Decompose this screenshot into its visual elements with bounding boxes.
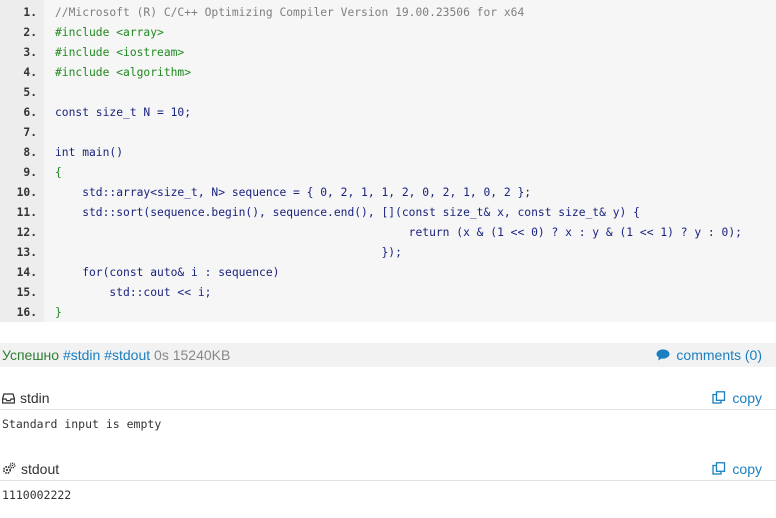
code-text: }); (55, 243, 402, 263)
line-number: 8. (23, 146, 37, 159)
code-token: #include <array> (55, 26, 164, 39)
code-text: } (55, 303, 62, 323)
code-token: }); (55, 246, 402, 259)
code-token: { (55, 166, 62, 179)
line-number: 2. (23, 26, 37, 39)
code-token: std::cout << i; (55, 286, 212, 299)
status-memory: 15240KB (172, 347, 231, 363)
line-number: 16. (16, 306, 37, 319)
code-text: return (x & (1 << 0) ? x : y & (1 << 1) … (55, 223, 742, 243)
line-number: 14. (16, 266, 37, 279)
line-number: 4. (23, 66, 37, 79)
code-text: //Microsoft (R) C/C++ Optimizing Compile… (55, 3, 524, 23)
line-number: 11. (16, 206, 37, 219)
stdout-copy-button[interactable]: copy (712, 458, 762, 481)
code-token: int main() (55, 146, 124, 159)
comments-label: comments (0) (676, 347, 762, 363)
code-text: { (55, 163, 62, 183)
gears-icon (2, 459, 16, 481)
speech-bubble-icon (656, 344, 670, 368)
code-text: std::array<size_t, N> sequence = { 0, 2,… (55, 183, 531, 203)
code-token: for(const auto& i : sequence) (55, 266, 280, 279)
status-summary: Успешно #stdin #stdout 0s 15240KB (2, 343, 230, 367)
line-number: 13. (16, 246, 37, 259)
status-time: 0s (154, 347, 169, 363)
line-number: 9. (23, 166, 37, 179)
stdin-content: Standard input is empty (2, 417, 162, 431)
line-number: 5. (23, 86, 37, 99)
stdout-title: stdout (2, 458, 59, 481)
code-listing: 1. //Microsoft (R) C/C++ Optimizing Compi… (0, 0, 776, 322)
line-number: 1. (23, 6, 37, 19)
code-text: const size_t N = 10; (55, 103, 191, 123)
line-number: 15. (16, 286, 37, 299)
stdin-title: stdin (1, 387, 50, 410)
line-number: 12. (16, 226, 37, 239)
code-token: const size_t N = 10; (55, 106, 192, 119)
status-tags[interactable]: #stdin #stdout (63, 347, 150, 363)
code-token: #include <iostream> (55, 46, 185, 59)
code-text: std::sort(sequence.begin(), sequence.end… (55, 203, 640, 223)
code-token: std::sort(sequence.begin(), sequence.end… (55, 206, 640, 219)
stdin-copy-label: copy (732, 390, 762, 406)
comments-link[interactable]: comments (0) (656, 343, 762, 368)
stdin-header: stdin copy (0, 387, 776, 410)
stdout-header: stdout copy (0, 458, 776, 481)
code-token: } (55, 306, 62, 319)
stdout-content: 1110002222 (2, 488, 72, 502)
code-text: for(const auto& i : sequence) (55, 263, 279, 283)
stdout-label: stdout (21, 461, 60, 477)
line-number: 6. (23, 106, 37, 119)
code-token: //Microsoft (R) C/C++ Optimizing Compile… (55, 6, 525, 19)
code-text: #include <iostream> (55, 43, 184, 63)
code-text: #include <algorithm> (55, 63, 191, 83)
line-number: 10. (16, 186, 37, 199)
result-status-bar: Успешно #stdin #stdout 0s 15240KB commen… (0, 343, 776, 367)
line-number: 7. (23, 126, 37, 139)
stdin-copy-button[interactable]: copy (712, 387, 762, 410)
code-token: #include <algorithm> (55, 66, 192, 79)
line-number: 3. (23, 46, 37, 59)
code-text: #include <array> (55, 23, 164, 43)
code-text: std::cout << i; (55, 283, 211, 303)
code-token: return (x & (1 << 0) ? x : y & (1 << 1) … (55, 226, 742, 239)
stdout-copy-label: copy (732, 461, 762, 477)
code-text: int main() (55, 143, 123, 163)
copy-icon (712, 388, 726, 410)
status-result: Успешно (2, 347, 60, 363)
inbox-icon (1, 388, 16, 410)
stdin-label: stdin (20, 390, 50, 406)
code-token: std::array<size_t, N> sequence = { 0, 2,… (55, 186, 532, 199)
copy-icon (712, 459, 726, 481)
